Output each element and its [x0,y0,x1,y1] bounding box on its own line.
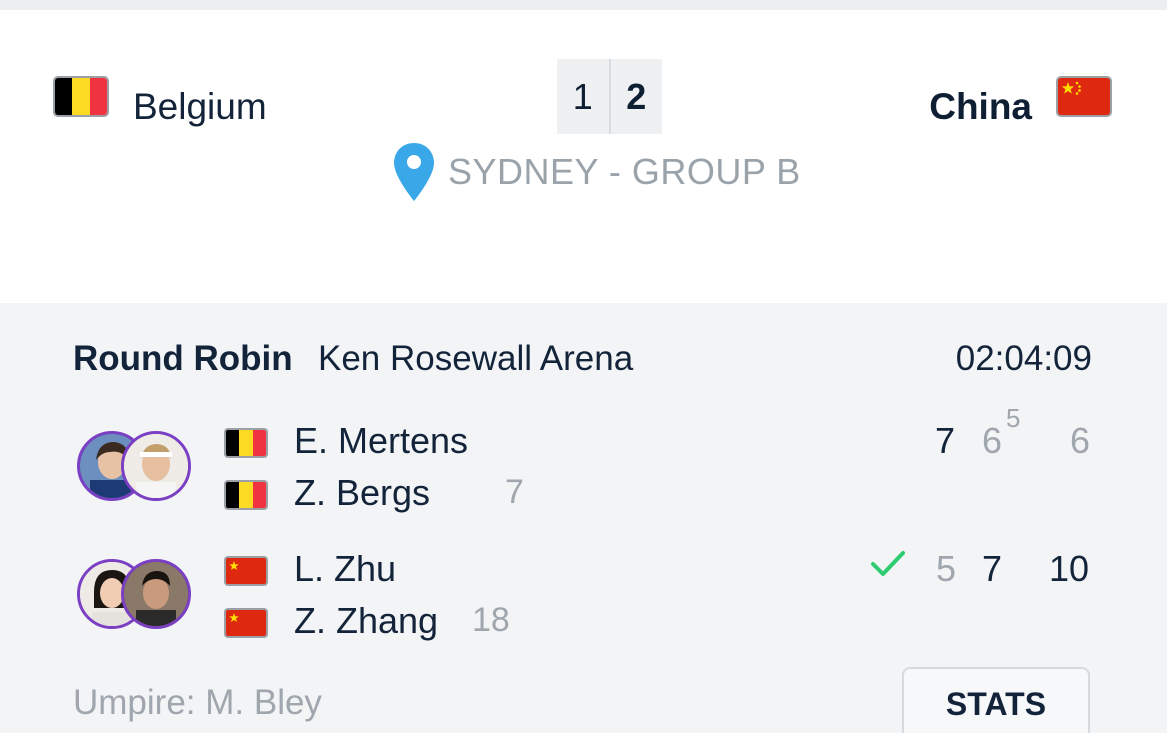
team1-set-2: 6 [982,420,1003,461]
team1-set-1: 7 [935,420,956,461]
team1-avatars [77,431,191,501]
match-header: Belgium 1 2 China SYDNEY - GROUP B [0,10,1167,303]
stats-button[interactable]: STATS [902,667,1090,733]
away-team-score: 2 [626,75,647,117]
location-line: SYDNEY - GROUP B [392,140,801,204]
match-duration: 02:04:09 [955,339,1092,378]
player-name[interactable]: Z. Bergs [294,472,430,514]
player-seed: 18 [472,601,510,639]
team1-set-2-tiebreak: 5 [1006,403,1021,433]
match-card[interactable]: Round Robin Ken Rosewall Arena 02:04:09 … [0,303,1167,733]
belgium-flag-icon [53,76,109,117]
home-team-name[interactable]: Belgium [133,87,267,127]
player-name[interactable]: E. Mertens [294,420,468,462]
home-team-score: 1 [572,75,593,117]
player-name[interactable]: Z. Zhang [294,600,438,642]
location-pin-icon [394,143,434,201]
team2-set-2: 7 [982,548,1003,589]
belgium-flag-icon [224,480,268,510]
avatar [121,431,191,501]
checkmark-icon [871,551,905,576]
location-text: SYDNEY - GROUP B [448,151,801,192]
team-score-box: 1 2 [557,59,662,134]
team2-set-1: 5 [936,548,957,589]
avatar [121,559,191,629]
china-flag-icon [224,556,268,586]
away-team-name[interactable]: China [929,87,1032,127]
china-flag-icon [1056,76,1112,117]
team1-set-3: 6 [1070,420,1091,461]
venue-label: Ken Rosewall Arena [318,339,634,378]
round-label: Round Robin [73,339,293,378]
team2-set-3: 10 [1049,548,1090,589]
player-seed: 7 [505,473,524,511]
umpire-label: Umpire: M. Bley [73,683,322,722]
top-strip [0,0,1167,10]
player-name[interactable]: L. Zhu [294,548,396,590]
china-flag-icon [224,608,268,638]
belgium-flag-icon [224,428,268,458]
team2-avatars [77,559,191,629]
